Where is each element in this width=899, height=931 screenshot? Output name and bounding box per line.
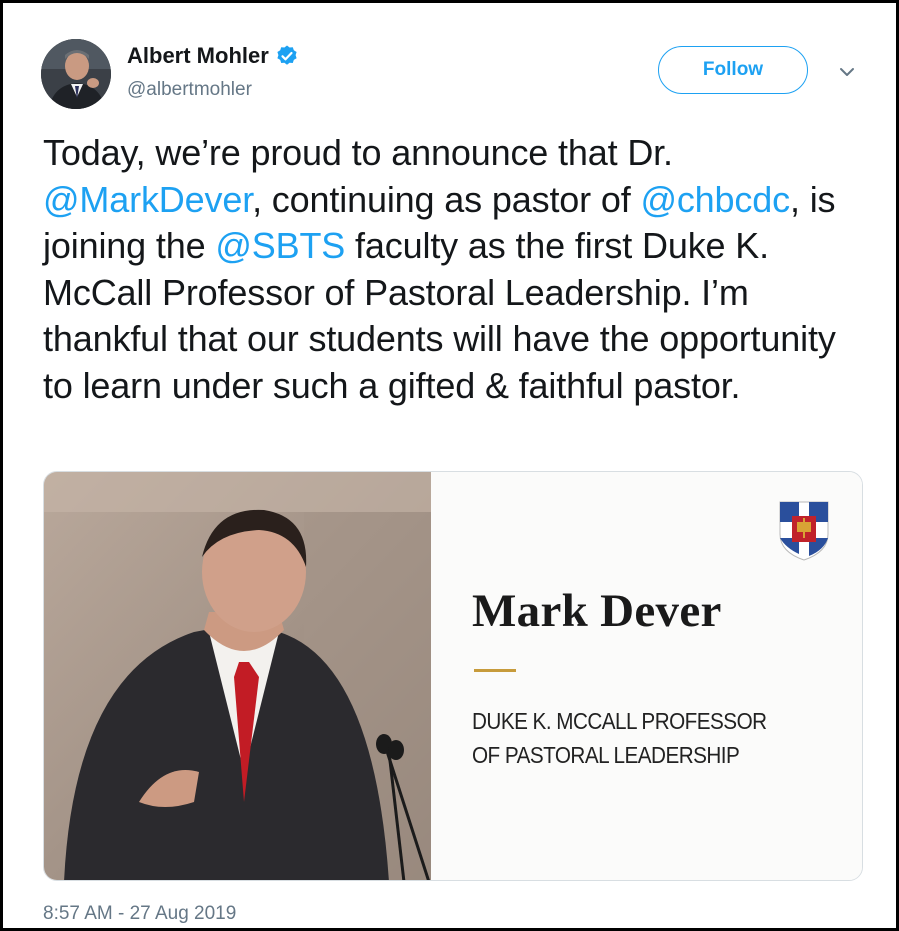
seminary-shield-icon — [779, 501, 829, 561]
mention-link-sbts[interactable]: @SBTS — [215, 225, 345, 266]
speaker-photo[interactable] — [44, 472, 431, 881]
avatar-photo-icon — [41, 39, 111, 109]
tweet-text-segment: , continuing as pastor of — [252, 178, 641, 220]
card-name: Mark Dever — [472, 585, 722, 637]
accent-divider — [474, 669, 516, 672]
verified-badge-icon — [277, 45, 297, 65]
author-display-name[interactable]: Albert Mohler — [127, 43, 269, 69]
author-handle[interactable]: @albertmohler — [127, 79, 252, 101]
mention-link-markdever[interactable]: @MarkDever — [43, 179, 252, 220]
media-card[interactable]: Mark Dever DUKE K. MCCALL PROFESSOR OF P… — [43, 471, 863, 881]
tweet-timestamp[interactable]: 8:57 AM - 27 Aug 2019 — [43, 903, 236, 925]
author-name-row: Albert Mohler — [127, 43, 299, 69]
tweet-frame: Albert Mohler @albertmohler Follow Today… — [0, 0, 899, 931]
tweet-text-segment: Today, we’re proud to announce that Dr. — [43, 132, 673, 173]
follow-button[interactable]: Follow — [658, 46, 808, 94]
card-caption-panel: Mark Dever DUKE K. MCCALL PROFESSOR OF P… — [431, 472, 862, 880]
chevron-down-icon[interactable] — [836, 61, 858, 83]
tweet-text: Today, we’re proud to announce that Dr. … — [43, 130, 873, 409]
mention-link-chbcdc[interactable]: @chbcdc — [640, 179, 790, 220]
card-title: DUKE K. MCCALL PROFESSOR OF PASTORAL LEA… — [472, 708, 767, 768]
avatar[interactable] — [41, 39, 111, 109]
